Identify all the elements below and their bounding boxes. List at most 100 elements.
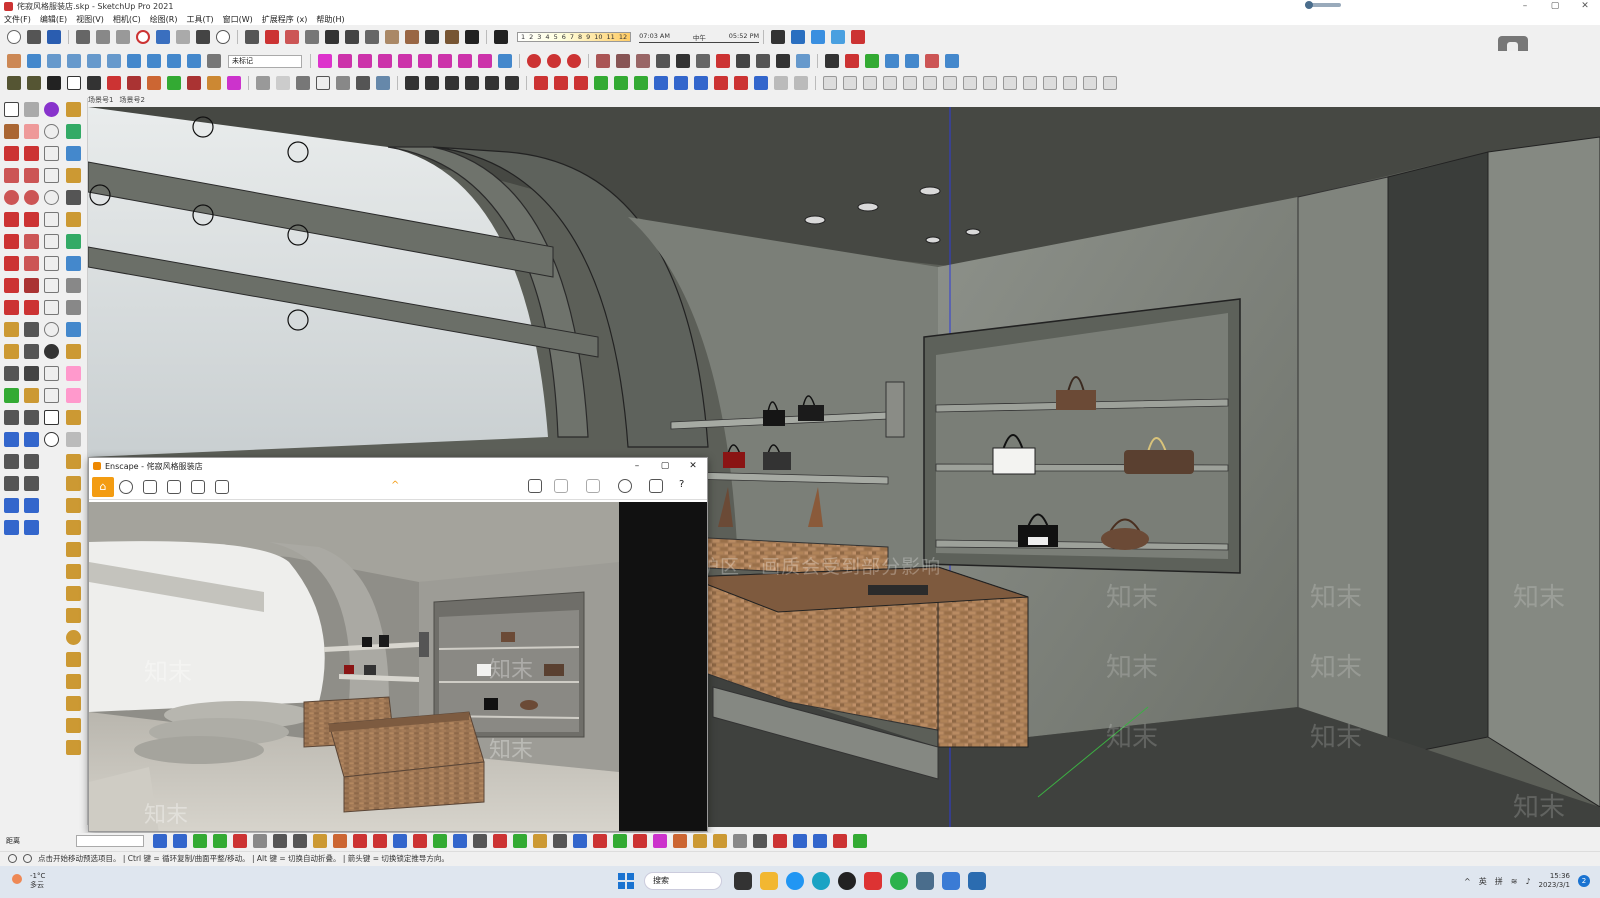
tree-icon[interactable]: [865, 54, 879, 68]
extrude-icon[interactable]: [676, 54, 690, 68]
cubic-bezier-icon[interactable]: [458, 54, 472, 68]
plugin-orange-icon[interactable]: [333, 834, 347, 848]
enscape-views-icon[interactable]: [831, 30, 846, 44]
redo-icon[interactable]: [176, 30, 190, 44]
start-button[interactable]: [618, 873, 634, 889]
vertical-dots-icon[interactable]: [44, 366, 59, 381]
helix-icon[interactable]: [1003, 76, 1017, 90]
scale-icon[interactable]: [794, 76, 808, 90]
plugin-magenta-icon[interactable]: [653, 834, 667, 848]
clean-up-icon[interactable]: [716, 54, 730, 68]
box-gold-icon[interactable]: [66, 652, 81, 667]
gem-darkred-icon[interactable]: [127, 76, 141, 90]
spiral-gold-icon[interactable]: [66, 454, 81, 469]
gem-green-icon[interactable]: [167, 76, 181, 90]
enscape-start-icon[interactable]: [791, 30, 806, 44]
ime-lang[interactable]: 英: [1479, 876, 1487, 887]
divider-icon[interactable]: [478, 54, 492, 68]
list-icon[interactable]: [945, 54, 959, 68]
front-view-icon[interactable]: [445, 76, 459, 90]
dot-icon[interactable]: [44, 344, 59, 359]
pan-tool-icon[interactable]: [24, 388, 39, 403]
menu-view[interactable]: 视图(V): [76, 14, 104, 25]
two-point-arc-icon[interactable]: [24, 212, 39, 227]
textured-icon[interactable]: [356, 76, 370, 90]
line-pencil-icon[interactable]: [4, 146, 19, 161]
solid-inspector-icon[interactable]: [207, 54, 221, 68]
plugin-green-4-icon[interactable]: [513, 834, 527, 848]
close-button[interactable]: ✕: [1570, 0, 1600, 13]
railing-icon[interactable]: [425, 30, 439, 44]
circle-icon[interactable]: [923, 76, 937, 90]
menu-camera[interactable]: 相机(C): [113, 14, 141, 25]
plugin-red-8-icon[interactable]: [773, 834, 787, 848]
bevel-icon[interactable]: [567, 54, 581, 68]
home-icon[interactable]: ⌂: [92, 476, 114, 497]
chamfer-icon[interactable]: [903, 76, 917, 90]
stack-icon[interactable]: [4, 520, 19, 535]
house-outline-icon[interactable]: [67, 76, 81, 90]
texture-icon[interactable]: [776, 54, 790, 68]
gem-amber-icon[interactable]: [207, 76, 221, 90]
polygon-icon[interactable]: [943, 76, 957, 90]
ball-icon[interactable]: [66, 630, 81, 645]
menu-draw[interactable]: 绘图(R): [150, 14, 178, 25]
distribute-y-icon[interactable]: [674, 76, 688, 90]
plugin-red-icon[interactable]: [233, 834, 247, 848]
menu-edit[interactable]: 编辑(E): [40, 14, 67, 25]
arc-red-icon[interactable]: [4, 212, 19, 227]
gem-red-icon[interactable]: [107, 76, 121, 90]
orbit-small-icon[interactable]: [44, 124, 59, 139]
stairs-gold-icon[interactable]: [66, 718, 81, 733]
month-label[interactable]: 10: [594, 33, 602, 41]
smoove-icon[interactable]: [24, 498, 39, 513]
section-icon[interactable]: [498, 54, 512, 68]
screenshot-icon[interactable]: [143, 479, 157, 494]
time-slider[interactable]: 07:03 AM 中午 05:52 PM: [639, 32, 760, 43]
plugin-flag-icon[interactable]: [273, 834, 287, 848]
gear-icon[interactable]: [44, 212, 59, 227]
film-icon[interactable]: [44, 256, 59, 271]
enscape-render-view[interactable]: 知末 知末 知末 知末: [89, 502, 707, 831]
square-icon[interactable]: [44, 410, 59, 425]
plugin-blue-2-icon[interactable]: [173, 834, 187, 848]
help-icon[interactable]: ?: [679, 479, 684, 490]
section-plane-icon[interactable]: [24, 476, 39, 491]
fspline-icon[interactable]: [418, 54, 432, 68]
home-view-icon[interactable]: [47, 76, 61, 90]
visual-settings-icon[interactable]: [649, 479, 663, 493]
export-icon[interactable]: [465, 30, 479, 44]
gold-plugin-icon[interactable]: [66, 102, 81, 117]
spline-icon[interactable]: [398, 54, 412, 68]
task-view-icon[interactable]: [734, 872, 752, 890]
plugin-blue-7-icon[interactable]: [813, 834, 827, 848]
hide-icon[interactable]: [44, 432, 59, 447]
plugin-blue-6-icon[interactable]: [793, 834, 807, 848]
plugin-red-6-icon[interactable]: [593, 834, 607, 848]
y-axis-icon[interactable]: [44, 190, 59, 205]
fredo-scale-icon[interactable]: [167, 54, 181, 68]
plugin-blue-5-icon[interactable]: [573, 834, 587, 848]
rotate-3d-icon[interactable]: [147, 54, 161, 68]
text-tool-icon[interactable]: [24, 344, 39, 359]
right-view-icon[interactable]: [465, 76, 479, 90]
menu-help[interactable]: 帮助(H): [316, 14, 344, 25]
building-icon[interactable]: [905, 54, 919, 68]
magnet-icon[interactable]: [66, 696, 81, 711]
tape-tool-icon[interactable]: [4, 322, 19, 337]
plugin-blue-4-icon[interactable]: [453, 834, 467, 848]
array-green-icon[interactable]: [734, 76, 748, 90]
path-icon[interactable]: [843, 76, 857, 90]
pie-tool-icon[interactable]: [338, 54, 352, 68]
zoom-tool-icon[interactable]: [4, 410, 19, 425]
extension-store-icon[interactable]: [87, 76, 101, 90]
pen-gold-icon[interactable]: [66, 542, 81, 557]
zoom-slider[interactable]: [1305, 1, 1341, 9]
bezier-icon[interactable]: [358, 54, 372, 68]
align-middle-icon[interactable]: [614, 76, 628, 90]
enscape-title-bar[interactable]: Enscape - 侘寂风格服装店 – ▢ ✕: [89, 458, 707, 474]
add-detail-icon[interactable]: [305, 30, 319, 44]
hammer-icon[interactable]: [66, 740, 81, 755]
plugin-grey-2-icon[interactable]: [733, 834, 747, 848]
dimension-icon[interactable]: [1103, 76, 1117, 90]
